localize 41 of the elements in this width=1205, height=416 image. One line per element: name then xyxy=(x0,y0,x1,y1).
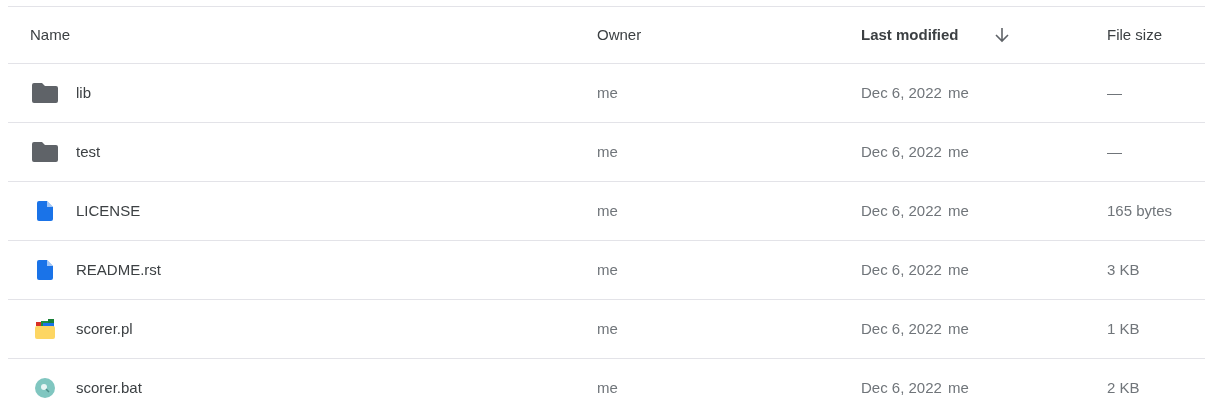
date-text: Dec 6, 2022 xyxy=(861,377,942,398)
size-text: 165 bytes xyxy=(1107,201,1173,219)
column-header[interactable]: Owner xyxy=(597,23,642,47)
modifier-text: me xyxy=(947,377,969,398)
date-text: Dec 6, 2022 xyxy=(861,318,942,339)
folder-icon xyxy=(35,319,55,339)
file-name[interactable]: README.rst xyxy=(76,258,161,282)
column-header[interactable]: Last modified xyxy=(861,23,959,47)
size-text: 1 KB xyxy=(1107,319,1140,337)
modifier-text: me xyxy=(947,259,969,280)
owner-text: me xyxy=(597,378,618,396)
document-icon xyxy=(37,201,53,221)
owner-text: me xyxy=(597,142,618,160)
arrow-down-icon[interactable] xyxy=(994,27,1009,43)
document-icon xyxy=(37,260,53,280)
size-text: — xyxy=(1107,83,1122,101)
date-text: Dec 6, 2022 xyxy=(861,141,942,162)
size-text: — xyxy=(1107,142,1122,160)
size-text: 2 KB xyxy=(1107,378,1140,396)
folder-icon xyxy=(32,83,58,103)
owner-text: me xyxy=(597,319,618,337)
date-text: Dec 6, 2022 xyxy=(861,82,942,103)
owner-text: me xyxy=(597,83,618,101)
modifier-text: me xyxy=(947,200,969,221)
owner-text: me xyxy=(597,201,618,219)
column-header[interactable]: File size xyxy=(1107,23,1162,47)
modifier-text: me xyxy=(947,318,969,339)
file-name[interactable]: scorer.bat xyxy=(76,376,142,400)
modifier-text: me xyxy=(947,82,969,103)
file-name[interactable]: test xyxy=(76,140,101,164)
folder-icon xyxy=(32,142,58,162)
magnifier-icon xyxy=(35,378,55,398)
modifier-text: me xyxy=(947,141,969,162)
column-header[interactable]: Name xyxy=(30,23,70,47)
date-text: Dec 6, 2022 xyxy=(861,200,942,221)
size-text: 3 KB xyxy=(1107,260,1140,278)
date-text: Dec 6, 2022 xyxy=(861,259,942,280)
file-name[interactable]: lib xyxy=(76,81,91,105)
file-name[interactable]: scorer.pl xyxy=(76,317,133,341)
owner-text: me xyxy=(597,260,618,278)
file-name[interactable]: LICENSE xyxy=(76,199,141,223)
